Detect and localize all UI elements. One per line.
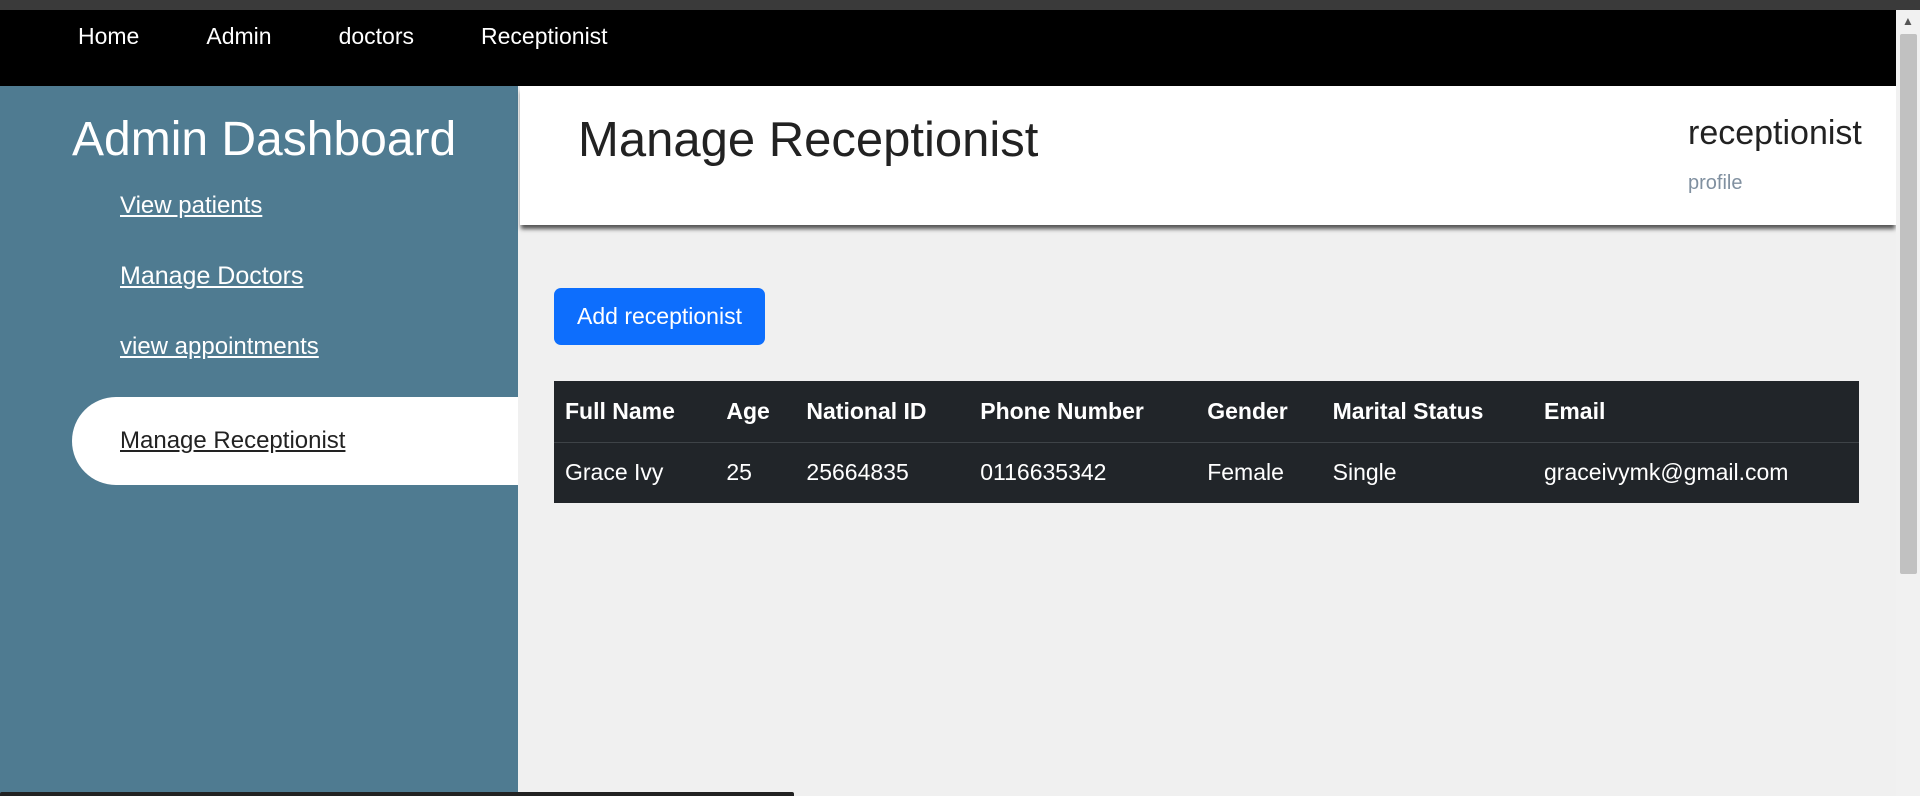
col-phone-number: Phone Number <box>969 381 1197 443</box>
col-national-id: National ID <box>795 381 970 443</box>
sidebar-item-view-appointments[interactable]: view appointments <box>120 333 319 361</box>
cell-marital-status: Single <box>1332 459 1397 486</box>
bottom-bar <box>0 792 794 796</box>
cell-email: graceivymk@gmail.com <box>1544 459 1789 486</box>
top-nav: Home Admin doctors Receptionist <box>0 10 1896 86</box>
cell-full-name: Grace Ivy <box>565 459 664 486</box>
col-gender: Gender <box>1196 381 1322 443</box>
nav-doctors[interactable]: doctors <box>339 23 414 50</box>
table-row: Grace Ivy 25 25664835 0116635342 Female … <box>554 442 1859 503</box>
nav-home[interactable]: Home <box>78 23 139 50</box>
page-header: Manage Receptionist receptionist profile <box>520 86 1896 225</box>
col-age: Age <box>715 381 796 443</box>
sidebar-item-active: Manage Receptionist <box>72 397 518 485</box>
cell-age: 25 <box>726 459 752 486</box>
vertical-scrollbar[interactable]: ▲ <box>1896 10 1920 796</box>
scroll-up-icon[interactable]: ▲ <box>1896 10 1920 32</box>
sidebar: Admin Dashboard View patients Manage Doc… <box>0 86 518 796</box>
scroll-thumb[interactable] <box>1900 34 1917 574</box>
nav-receptionist[interactable]: Receptionist <box>481 23 608 50</box>
page-title: Manage Receptionist <box>578 113 1039 167</box>
sidebar-title: Admin Dashboard <box>72 113 457 166</box>
add-receptionist-button[interactable]: Add receptionist <box>554 288 765 345</box>
sidebar-item-manage-receptionist[interactable]: Manage Receptionist <box>120 427 345 455</box>
profile-link[interactable]: profile <box>1688 172 1742 195</box>
col-email: Email <box>1533 381 1859 443</box>
sidebar-item-manage-doctors[interactable]: Manage Doctors <box>120 262 303 291</box>
col-full-name: Full Name <box>554 381 716 443</box>
nav-admin[interactable]: Admin <box>206 23 271 50</box>
cell-phone-number: 0116635342 <box>980 459 1107 486</box>
sidebar-item-view-patients[interactable]: View patients <box>120 192 262 220</box>
table-header-row: Full Name Age National ID Phone Number G… <box>554 381 1859 443</box>
cell-national-id: 25664835 <box>806 459 909 486</box>
window-top-strip <box>0 0 1920 10</box>
receptionist-table: Full Name Age National ID Phone Number G… <box>554 381 1859 503</box>
user-role: receptionist <box>1688 114 1862 152</box>
col-marital-status: Marital Status <box>1321 381 1534 443</box>
cell-gender: Female <box>1207 459 1284 486</box>
